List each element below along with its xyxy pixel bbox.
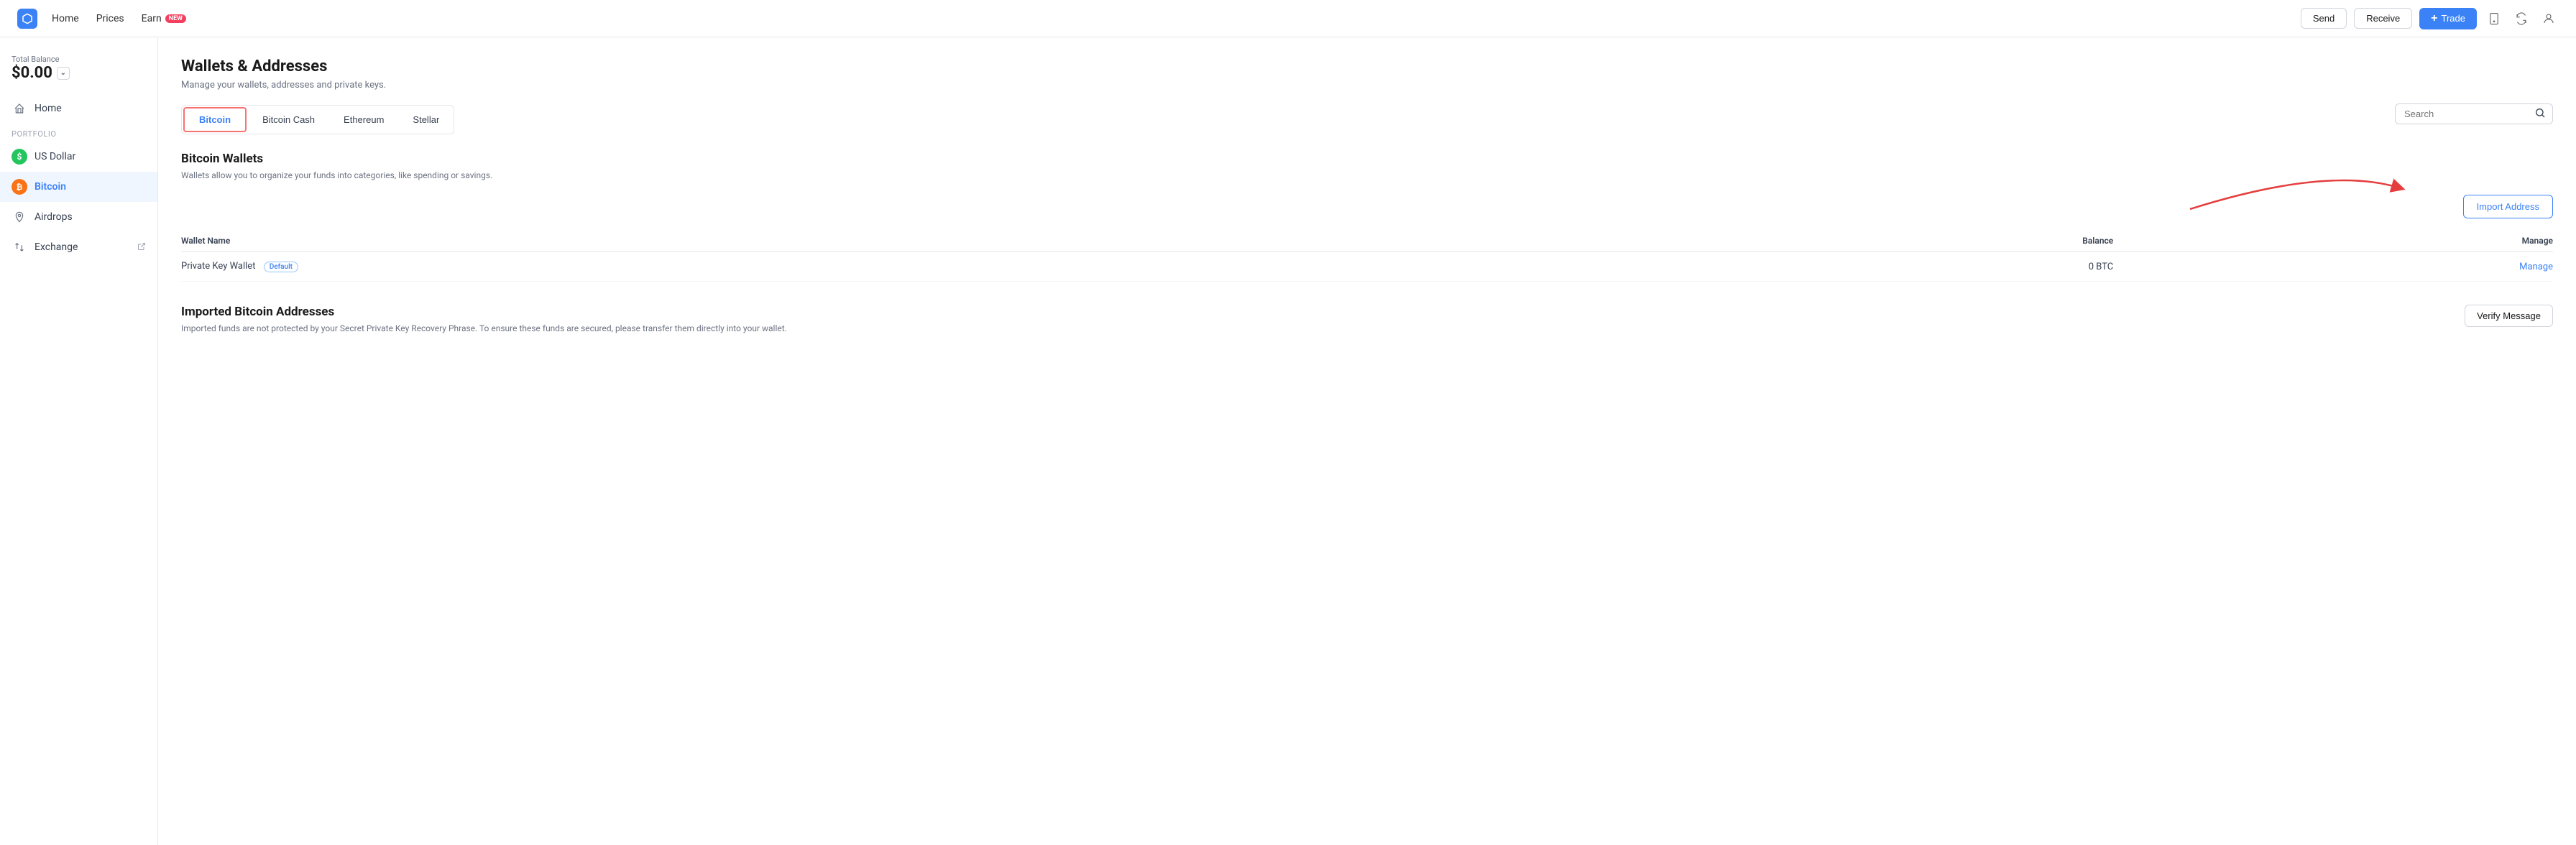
sidebar-balance: Total Balance $0.00 ⌄ xyxy=(0,49,157,93)
search-icon[interactable] xyxy=(2534,107,2546,121)
external-link-icon xyxy=(137,242,146,253)
logo[interactable] xyxy=(17,9,37,29)
sidebar-item-usd[interactable]: $ US Dollar xyxy=(0,142,157,172)
manage-link[interactable]: Manage xyxy=(2519,262,2553,272)
nav-earn[interactable]: Earn NEW xyxy=(142,13,186,24)
trade-button[interactable]: + Trade xyxy=(2419,8,2477,29)
sidebar-btc-label: Bitcoin xyxy=(34,181,66,193)
topnav: Home Prices Earn NEW Send Receive + Trad… xyxy=(0,0,2576,37)
search-input[interactable] xyxy=(2395,103,2553,124)
usd-icon: $ xyxy=(12,149,27,165)
table-row: Private Key Wallet Default 0 BTC Manage xyxy=(181,252,2553,282)
sidebar-item-airdrops[interactable]: Airdrops xyxy=(0,202,157,232)
plus-icon: + xyxy=(2431,12,2437,25)
import-button-area: Import Address xyxy=(181,195,2553,218)
page-title: Wallets & Addresses xyxy=(181,57,2553,75)
balance-label: Total Balance xyxy=(12,55,146,64)
wallet-table: Wallet Name Balance Manage Private Key W… xyxy=(181,230,2553,282)
layout: Total Balance $0.00 ⌄ Home Portfolio $ U… xyxy=(0,37,2576,845)
search-area xyxy=(2395,103,2553,124)
receive-button[interactable]: Receive xyxy=(2354,8,2412,29)
btc-icon: ₿ xyxy=(12,179,27,195)
balance-amount: $0.00 ⌄ xyxy=(12,64,146,82)
tab-ethereum[interactable]: Ethereum xyxy=(329,108,398,131)
refresh-icon[interactable] xyxy=(2511,9,2531,29)
col-wallet-name: Wallet Name xyxy=(181,230,1710,252)
tab-stellar[interactable]: Stellar xyxy=(398,108,454,131)
col-manage: Manage xyxy=(2113,230,2553,252)
account-icon[interactable] xyxy=(2539,9,2559,29)
nav-home[interactable]: Home xyxy=(52,13,79,24)
sidebar-item-exchange[interactable]: Exchange xyxy=(0,232,157,262)
topnav-actions: Send Receive + Trade xyxy=(2301,8,2559,29)
sidebar-airdrops-label: Airdrops xyxy=(34,211,73,223)
portfolio-section-label: Portfolio xyxy=(0,124,157,142)
col-balance: Balance xyxy=(1710,230,2114,252)
sidebar-usd-label: US Dollar xyxy=(34,151,75,162)
section-subtitle: Wallets allow you to organize your funds… xyxy=(181,170,2553,180)
exchange-icon xyxy=(12,239,27,255)
sidebar: Total Balance $0.00 ⌄ Home Portfolio $ U… xyxy=(0,37,158,845)
default-badge: Default xyxy=(264,262,298,272)
imported-section-title: Imported Bitcoin Addresses xyxy=(181,305,787,319)
wallet-manage-cell: Manage xyxy=(2113,252,2553,282)
earn-new-badge: NEW xyxy=(165,14,186,23)
topnav-links: Home Prices Earn NEW xyxy=(52,13,2301,24)
sidebar-home-label: Home xyxy=(34,103,62,114)
imported-addresses-section: Imported Bitcoin Addresses Imported fund… xyxy=(181,305,2553,348)
sidebar-item-bitcoin[interactable]: ₿ Bitcoin xyxy=(0,172,157,202)
airdrop-icon xyxy=(12,209,27,225)
imported-section-text: Imported Bitcoin Addresses Imported fund… xyxy=(181,305,787,348)
section-title: Bitcoin Wallets xyxy=(181,152,2553,166)
send-button[interactable]: Send xyxy=(2301,8,2347,29)
sidebar-exchange-label: Exchange xyxy=(34,241,78,253)
imported-section-header: Imported Bitcoin Addresses Imported fund… xyxy=(181,305,2553,348)
wallet-balance-cell: 0 BTC xyxy=(1710,252,2114,282)
tab-bitcoin[interactable]: Bitcoin xyxy=(183,107,247,132)
nav-prices[interactable]: Prices xyxy=(96,13,124,24)
home-icon xyxy=(12,101,27,116)
balance-chevron[interactable]: ⌄ xyxy=(57,67,70,80)
page-subtitle: Manage your wallets, addresses and priva… xyxy=(181,80,2553,91)
annotation-arrow xyxy=(2183,159,2413,216)
mobile-icon[interactable] xyxy=(2484,9,2504,29)
verify-message-button[interactable]: Verify Message xyxy=(2465,305,2553,327)
tab-bitcoin-cash[interactable]: Bitcoin Cash xyxy=(248,108,329,131)
wallet-name-cell: Private Key Wallet Default xyxy=(181,252,1710,282)
main-content: Wallets & Addresses Manage your wallets,… xyxy=(158,37,2576,845)
wallet-tabs: Bitcoin Bitcoin Cash Ethereum Stellar xyxy=(181,105,454,134)
sidebar-item-home[interactable]: Home xyxy=(0,93,157,124)
imported-section-subtitle: Imported funds are not protected by your… xyxy=(181,323,787,333)
bitcoin-wallets-section: Bitcoin Wallets Wallets allow you to org… xyxy=(181,152,2553,282)
wallet-name: Private Key Wallet xyxy=(181,261,255,272)
import-address-button[interactable]: Import Address xyxy=(2463,195,2553,218)
